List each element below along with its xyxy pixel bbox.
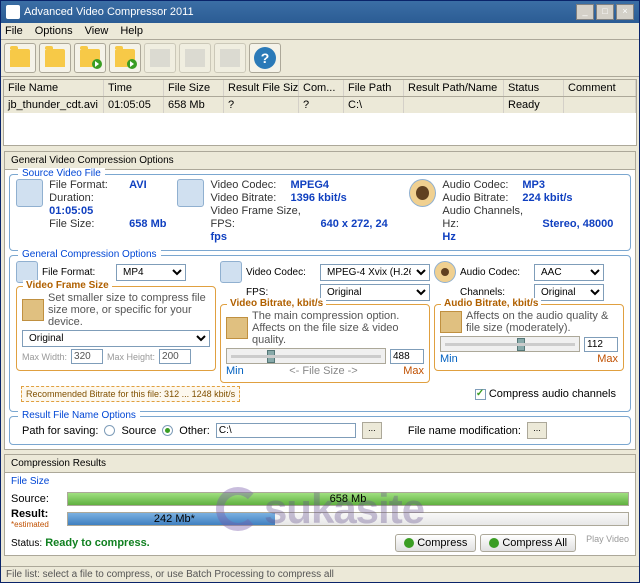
menu-file[interactable]: File <box>5 25 23 37</box>
path-other-radio[interactable] <box>162 425 173 436</box>
save-path-input[interactable] <box>216 423 356 438</box>
frame-size-icon <box>22 299 44 321</box>
help-button[interactable]: ? <box>249 43 281 73</box>
col-compression[interactable]: Com... <box>299 80 344 96</box>
frame-size-preset-select[interactable]: Original <box>22 330 210 347</box>
channels-select[interactable]: Original <box>534 284 604 301</box>
result-size-bar: 242 Mb* <box>67 512 629 526</box>
video-codec-icon <box>177 179 204 207</box>
stop-button[interactable] <box>179 43 211 73</box>
play-video-link[interactable]: Play Video <box>586 534 629 552</box>
col-result-path[interactable]: Result Path/Name <box>404 80 504 96</box>
browse-path-button[interactable]: ... <box>362 422 382 439</box>
app-icon <box>6 5 20 19</box>
recommended-bitrate-note: Recommended Bitrate for this file: 312 .… <box>21 386 240 402</box>
audio-bitrate-icon <box>440 311 462 333</box>
compress-audio-checkbox[interactable] <box>475 389 486 400</box>
toolbar: ? <box>1 40 639 77</box>
file-format-icon <box>16 179 43 207</box>
compress-button[interactable] <box>74 43 106 73</box>
audio-codec-icon <box>409 179 436 207</box>
compress-action-button[interactable]: Compress <box>395 534 476 552</box>
compress-all-button[interactable] <box>109 43 141 73</box>
path-source-radio[interactable] <box>104 425 115 436</box>
col-result-size[interactable]: Result File Size <box>224 80 299 96</box>
source-size-bar: 658 Mb <box>67 492 629 506</box>
audio-codec-select[interactable]: AAC <box>534 264 604 281</box>
close-button[interactable]: × <box>616 4 634 20</box>
statusbar: File list: select a file to compress, or… <box>1 566 639 582</box>
file-row[interactable]: jb_thunder_cdt.avi 01:05:05 658 Mb ? ? C… <box>4 97 636 113</box>
pause-button[interactable] <box>144 43 176 73</box>
col-time[interactable]: Time <box>104 80 164 96</box>
titlebar: Advanced Video Compressor 2011 _ □ × <box>1 1 639 23</box>
menu-options[interactable]: Options <box>35 25 73 37</box>
status-text: Ready to compress. <box>45 537 150 549</box>
col-path[interactable]: File Path <box>344 80 404 96</box>
source-video-fieldset: Source Video File File Format:AVI Durati… <box>9 174 631 251</box>
max-height-input[interactable] <box>159 349 191 364</box>
file-list-table: File Name Time File Size Result File Siz… <box>3 79 637 146</box>
filename-mod-button[interactable]: ... <box>527 422 547 439</box>
menu-help[interactable]: Help <box>120 25 143 37</box>
col-status[interactable]: Status <box>504 80 564 96</box>
col-comment[interactable]: Comment <box>564 80 636 96</box>
fps-select[interactable]: Original <box>320 284 430 301</box>
col-filename[interactable]: File Name <box>4 80 104 96</box>
skip-button[interactable] <box>214 43 246 73</box>
audio-codec-icon <box>434 261 456 283</box>
col-size[interactable]: File Size <box>164 80 224 96</box>
video-codec-icon <box>220 261 242 283</box>
help-icon: ? <box>254 47 276 69</box>
audio-bitrate-slider[interactable] <box>440 336 580 352</box>
compress-all-action-button[interactable]: Compress All <box>480 534 576 552</box>
max-width-input[interactable] <box>71 349 103 364</box>
open-folder-button[interactable] <box>39 43 71 73</box>
audio-bitrate-input[interactable] <box>584 337 618 352</box>
window-title: Advanced Video Compressor 2011 <box>24 6 194 18</box>
maximize-button[interactable]: □ <box>596 4 614 20</box>
video-bitrate-input[interactable] <box>390 349 424 364</box>
minimize-button[interactable]: _ <box>576 4 594 20</box>
result-file-fieldset: Result File Name Options Path for saving… <box>9 416 631 445</box>
menu-view[interactable]: View <box>85 25 109 37</box>
video-bitrate-slider[interactable] <box>226 348 386 364</box>
video-codec-select[interactable]: MPEG-4 Xvix (H.264) <box>320 264 430 281</box>
file-format-select[interactable]: MP4 <box>116 264 186 281</box>
open-file-button[interactable] <box>4 43 36 73</box>
bitrate-icon <box>226 317 248 339</box>
menubar: File Options View Help <box>1 23 639 40</box>
general-compression-fieldset: General Compression Options File Format:… <box>9 255 631 412</box>
tab-compression-results[interactable]: Compression Results <box>5 455 635 473</box>
